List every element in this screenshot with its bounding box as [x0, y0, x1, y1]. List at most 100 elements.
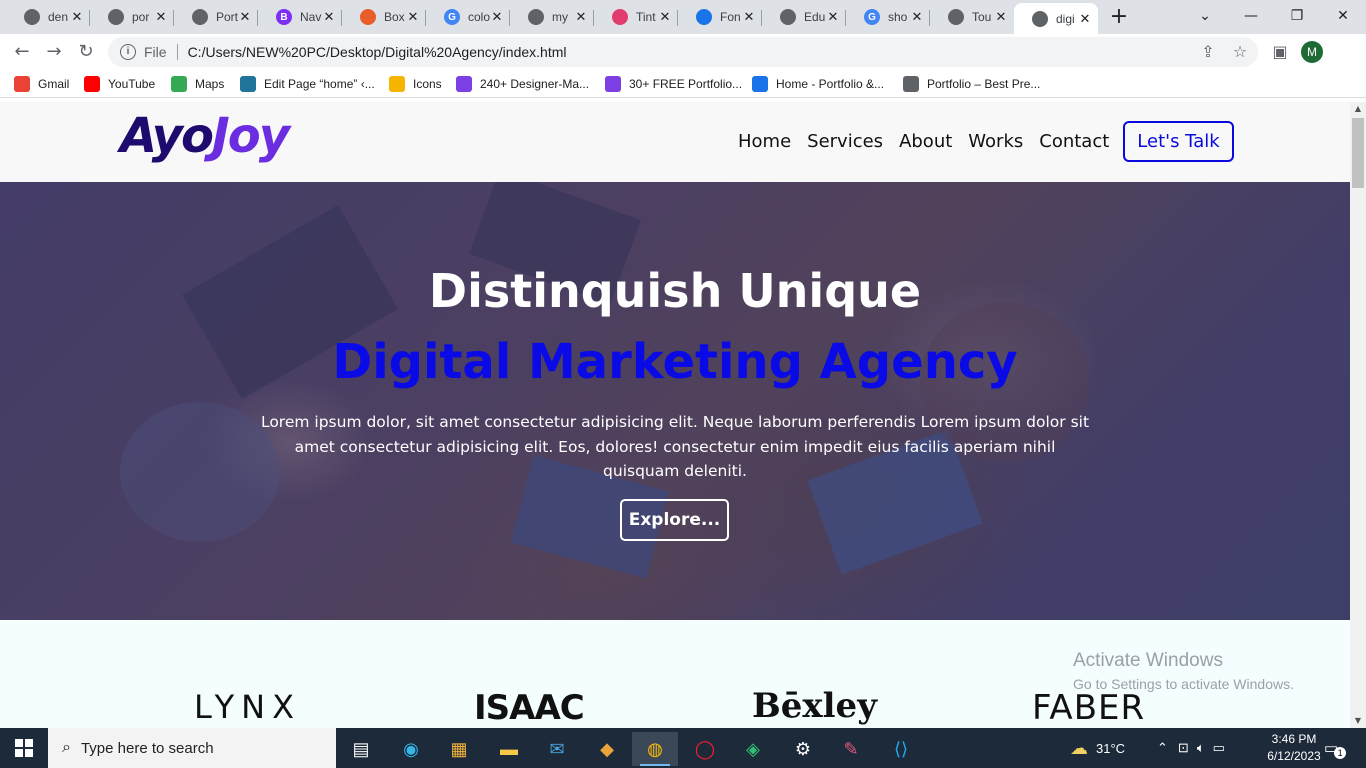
bookmark-item[interactable]: 30+ FREE Portfolio...: [605, 75, 742, 93]
url-text[interactable]: C:/Users/NEW%20PC/Desktop/Digital%20Agen…: [188, 44, 567, 60]
bookmark-label: Portfolio – Best Pre...: [927, 77, 1041, 91]
scroll-up-icon[interactable]: ▲: [1350, 102, 1366, 116]
browser-tab[interactable]: Box ✕: [342, 3, 426, 31]
browser-tab[interactable]: den ✕: [6, 3, 90, 31]
browser-tab[interactable]: Tou ✕: [930, 3, 1014, 31]
browser-tab[interactable]: Edu ✕: [762, 3, 846, 31]
bookmark-item[interactable]: Home - Portfolio &...: [752, 75, 884, 93]
paint-icon[interactable]: ✎: [828, 732, 874, 766]
bookmark-item[interactable]: Gmail: [14, 75, 69, 93]
lets-talk-button[interactable]: Let's Talk: [1123, 121, 1234, 162]
close-tab-icon[interactable]: ✕: [1078, 11, 1092, 27]
bookmark-item[interactable]: YouTube: [84, 75, 155, 93]
nav-works[interactable]: Works: [968, 131, 1023, 152]
network-icon[interactable]: ⊡: [1178, 740, 1189, 756]
reload-icon[interactable]: ↻: [74, 40, 98, 64]
chrome-icon[interactable]: ◍: [632, 732, 678, 766]
hero-overlay: [0, 182, 1350, 620]
close-tab-icon[interactable]: ✕: [826, 9, 840, 25]
forward-icon[interactable]: →: [42, 40, 66, 64]
weather-widget[interactable]: ☁ 31°C: [1070, 728, 1125, 768]
taskbar-search[interactable]: ⌕ Type here to search: [48, 728, 336, 768]
new-tab-button[interactable]: +: [1106, 5, 1132, 31]
notification-center[interactable]: ▭ 1: [1324, 728, 1347, 768]
start-button[interactable]: [0, 728, 48, 768]
bookmark-item[interactable]: Edit Page “home” ‹...: [240, 75, 375, 93]
tab-title: Tou: [972, 10, 992, 24]
page-scrollbar[interactable]: ▲ ▼: [1350, 102, 1366, 728]
tab-favicon-icon: [948, 9, 964, 25]
tab-favicon-icon: G: [864, 9, 880, 25]
settings-gear-icon[interactable]: ⚙: [780, 732, 826, 766]
site-logo[interactable]: AyoJoy: [120, 108, 290, 164]
maximize-button[interactable]: ❐: [1274, 0, 1320, 34]
volume-icon[interactable]: 🔈︎: [1197, 740, 1205, 756]
browser-tab[interactable]: Gcolo ✕: [426, 3, 510, 31]
store-icon[interactable]: ▦: [436, 732, 482, 766]
bookmark-star-icon[interactable]: ☆: [1228, 40, 1252, 64]
tab-title: colo: [468, 10, 490, 24]
scroll-down-icon[interactable]: ▼: [1350, 714, 1366, 728]
opera-icon[interactable]: ◯: [682, 732, 728, 766]
app-icon[interactable]: ◆: [584, 732, 630, 766]
close-tab-icon[interactable]: ✕: [154, 9, 168, 25]
close-tab-icon[interactable]: ✕: [70, 9, 84, 25]
edge-icon[interactable]: ◉: [388, 732, 434, 766]
bookmark-item[interactable]: Maps: [171, 75, 224, 93]
browser-tab[interactable]: digi ✕: [1014, 3, 1098, 34]
clock[interactable]: 3:46 PM 6/12/2023: [1262, 731, 1326, 765]
bookmark-item[interactable]: Portfolio – Best Pre...: [903, 75, 1040, 93]
nav-services[interactable]: Services: [807, 131, 883, 152]
share-icon[interactable]: ⇪: [1196, 40, 1220, 64]
minimize-button[interactable]: —: [1228, 0, 1274, 34]
browser-tab[interactable]: B Nav ✕: [258, 3, 342, 31]
close-tab-icon[interactable]: ✕: [406, 9, 420, 25]
close-tab-icon[interactable]: ✕: [490, 9, 504, 25]
close-tab-icon[interactable]: ✕: [322, 9, 336, 25]
gmail-icon: [14, 76, 30, 92]
browser-tab[interactable]: por ✕: [90, 3, 174, 31]
tab-title: digi: [1056, 11, 1075, 26]
nav-home[interactable]: Home: [738, 131, 791, 152]
bookmark-item[interactable]: 240+ Designer-Ma...: [456, 75, 589, 93]
logo-part-2: Joy: [211, 108, 290, 164]
tab-strip: den ✕ por ✕ Port ✕ B Nav ✕ Box ✕ Gcolo ✕ my ✕ Tint ✕ Fon ✕…: [0, 0, 1366, 34]
close-tab-icon[interactable]: ✕: [742, 9, 756, 25]
back-icon[interactable]: ←: [10, 40, 34, 64]
browser-tab[interactable]: Gsho ✕: [846, 3, 930, 31]
side-panel-icon[interactable]: ▣: [1268, 40, 1292, 64]
file-explorer-icon[interactable]: ▬: [486, 732, 532, 766]
app-green-icon[interactable]: ◈: [730, 732, 776, 766]
site-info-icon[interactable]: i: [120, 44, 136, 60]
site-header: AyoJoy Home Services About Works Contact…: [0, 102, 1350, 182]
search-placeholder: Type here to search: [80, 739, 214, 757]
bookmark-label: Icons: [413, 77, 442, 91]
vscode-icon[interactable]: ⟨⟩: [878, 732, 924, 766]
a-icon: [456, 76, 472, 92]
close-tab-icon[interactable]: ✕: [238, 9, 252, 25]
browser-tab[interactable]: my ✕: [510, 3, 594, 31]
watermark-text: Go to Settings to activate Windows.: [1073, 676, 1294, 692]
close-window-button[interactable]: ✕: [1320, 0, 1366, 34]
close-tab-icon[interactable]: ✕: [910, 9, 924, 25]
a-icon: [605, 76, 621, 92]
tab-favicon-icon: [780, 9, 796, 25]
close-tab-icon[interactable]: ✕: [658, 9, 672, 25]
bookmark-item[interactable]: Icons: [389, 75, 442, 93]
profile-avatar[interactable]: M: [1301, 41, 1323, 63]
nav-contact[interactable]: Contact: [1039, 131, 1109, 152]
browser-tab[interactable]: Port ✕: [174, 3, 258, 31]
browser-tab[interactable]: Tint ✕: [594, 3, 678, 31]
address-bar[interactable]: i File C:/Users/NEW%20PC/Desktop/Digital…: [108, 37, 1258, 67]
nav-about[interactable]: About: [899, 131, 952, 152]
browser-tab[interactable]: Fon ✕: [678, 3, 762, 31]
explore-button[interactable]: Explore...: [620, 499, 729, 541]
close-tab-icon[interactable]: ✕: [574, 9, 588, 25]
tab-search-icon[interactable]: ⌄: [1182, 0, 1228, 34]
scrollbar-thumb[interactable]: [1352, 118, 1364, 188]
battery-icon[interactable]: ▭: [1213, 740, 1225, 756]
chevron-up-icon[interactable]: ⌃: [1157, 740, 1168, 756]
close-tab-icon[interactable]: ✕: [994, 9, 1008, 25]
mail-icon[interactable]: ✉: [534, 732, 580, 766]
task-view-icon[interactable]: ▤: [338, 732, 384, 766]
